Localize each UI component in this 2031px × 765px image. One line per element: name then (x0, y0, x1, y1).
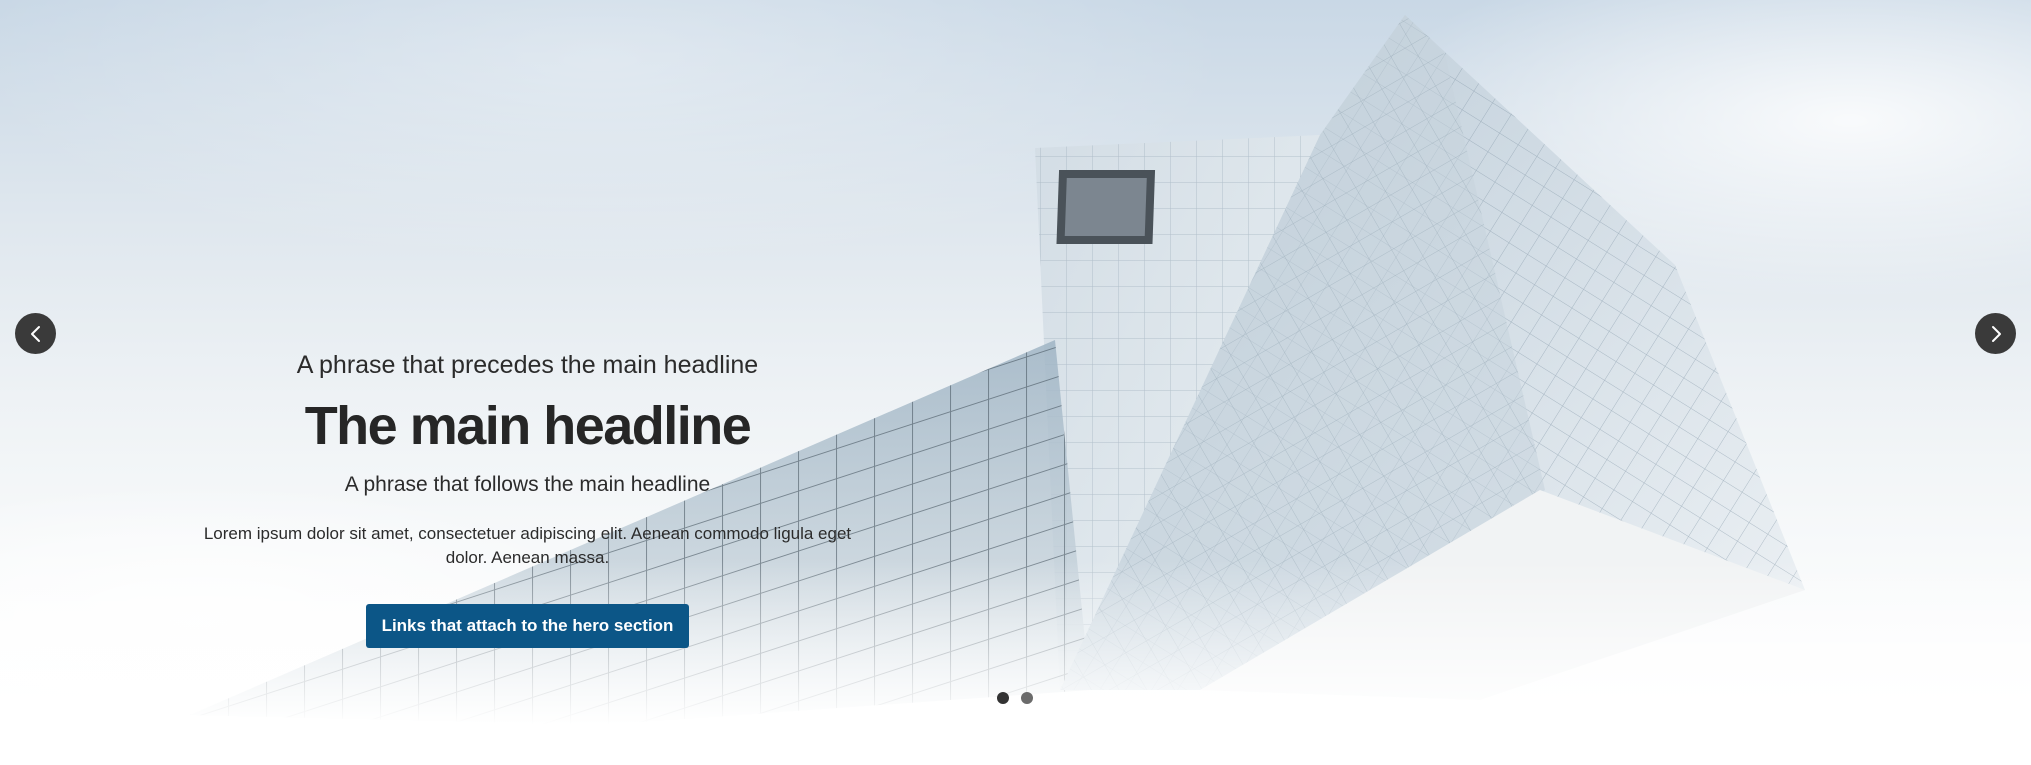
hero-cta-button[interactable]: Links that attach to the hero section (365, 604, 690, 648)
hero-section: A phrase that precedes the main headline… (0, 0, 2031, 725)
carousel-pagination (997, 692, 1033, 704)
pre-headline: A phrase that precedes the main headline (296, 351, 759, 379)
chevron-right-icon (1991, 325, 2001, 342)
hero-body-text: Lorem ipsum dolor sit amet, consectetuer… (203, 524, 852, 567)
main-headline: The main headline (304, 396, 752, 456)
post-headline: A phrase that follows the main headline (344, 473, 711, 496)
carousel-dot-2[interactable] (1021, 692, 1033, 704)
chevron-left-icon (30, 325, 40, 342)
carousel-next-button[interactable] (1975, 313, 2016, 354)
carousel-prev-button[interactable] (15, 313, 56, 354)
hero-content: A phrase that precedes the main headline… (190, 348, 865, 648)
carousel-dot-1[interactable] (997, 692, 1009, 704)
